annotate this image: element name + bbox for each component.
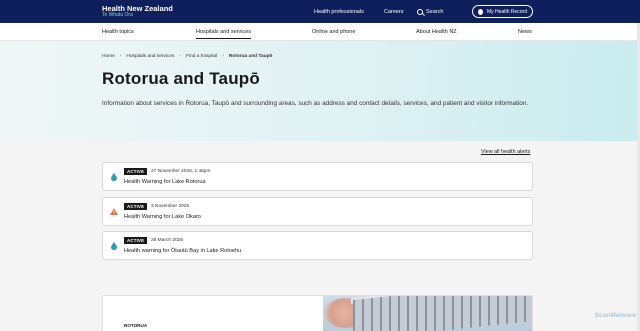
water-drop-icon (111, 173, 117, 181)
user-icon (478, 8, 483, 15)
breadcrumb-hospitals[interactable]: Hospitals and services (126, 54, 174, 59)
nav-health-topics[interactable]: Health topics (102, 29, 134, 35)
my-health-record-button[interactable]: My Health Record (472, 5, 533, 18)
alert-title[interactable]: Health Warning for Lake Rotorua (124, 179, 206, 185)
alert-card[interactable]: ACTIVE 27 November 2025, 1:46pm Health W… (102, 162, 533, 191)
search-button[interactable]: Search (417, 8, 444, 15)
nav-about-health-nz[interactable]: About Health NZ (416, 29, 457, 35)
careers-link[interactable]: Careers (384, 9, 404, 15)
alert-card[interactable]: ACTIVE 26 March 2025 Health warning for … (102, 231, 533, 260)
location-card[interactable]: ROTORUA (102, 295, 533, 331)
health-professionals-link[interactable]: Health professionals (314, 9, 364, 15)
water-drop-icon (111, 242, 117, 250)
breadcrumb-current: Rotorua and Taupō (228, 54, 273, 59)
status-badge: ACTIVE (124, 168, 148, 175)
main-nav: Health topics Hospitals and services Onl… (0, 23, 640, 41)
location-label: ROTORUA (124, 323, 148, 328)
my-health-record-label: My Health Record (486, 8, 527, 15)
top-header: Health New Zealand Te Whatu Ora Health p… (0, 0, 640, 23)
nav-online-and-phone[interactable]: Online and phone (312, 29, 355, 35)
nav-news[interactable]: News (518, 29, 532, 35)
alert-title[interactable]: Health Warning for Lake Okaro (124, 214, 201, 220)
page-title: Rotorua and Taupō (102, 69, 260, 88)
logo-subtitle: Te Whatu Ora (102, 12, 133, 19)
nav-hospitals-and-services[interactable]: Hospitals and services (196, 29, 252, 39)
building-facade (353, 296, 532, 331)
hospital-photo (323, 296, 532, 331)
warning-triangle-icon (110, 208, 118, 215)
view-all-alerts-link[interactable]: View all health alerts (481, 149, 530, 155)
chevron-right-icon: › (179, 54, 182, 59)
page-hero: Home › Hospitals and services › Find a h… (0, 41, 640, 141)
alert-date: 3 November 2025 (151, 204, 190, 209)
watermark-text: ScanMalware (594, 312, 636, 319)
alert-card[interactable]: ACTIVE 3 November 2025 Health Warning fo… (102, 197, 533, 226)
chevron-right-icon: › (119, 54, 122, 59)
status-badge: ACTIVE (124, 237, 148, 244)
alert-date: 26 March 2025 (151, 238, 183, 243)
breadcrumb: Home › Hospitals and services › Find a h… (102, 54, 272, 59)
search-label: Search (426, 8, 444, 15)
page-intro: Information about services in Rotorua, T… (102, 100, 529, 107)
status-badge: ACTIVE (124, 203, 148, 210)
site-logo[interactable]: Health New Zealand Te Whatu Ora (102, 5, 173, 19)
logo-title: Health New Zealand (102, 3, 173, 13)
alert-title[interactable]: Health warning for Ōtautū Bay in Lake Ro… (124, 248, 241, 254)
alert-date: 27 November 2025, 1:46pm (151, 169, 211, 174)
header-nav: Health professionals Careers Search My H… (314, 0, 533, 23)
chevron-right-icon: › (222, 54, 224, 59)
breadcrumb-find-hospital[interactable]: Find a hospital (186, 54, 217, 59)
search-icon (417, 8, 423, 15)
breadcrumb-home[interactable]: Home (102, 54, 115, 59)
